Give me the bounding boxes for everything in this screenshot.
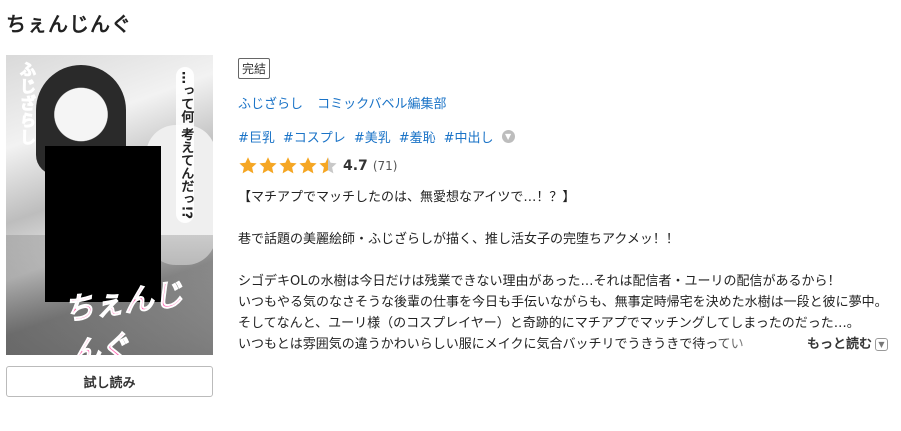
star-icon (238, 156, 258, 175)
tag-link[interactable]: #中出し (444, 127, 494, 146)
rating[interactable]: 4.7 (71) (238, 156, 888, 175)
tag-list: #巨乳 #コスプレ #美乳 #羞恥 #中出し ▼ (238, 127, 888, 146)
cover-image[interactable]: ふじざらし …って何 考えてんだっ!? ちぇんじんぐ (6, 55, 213, 355)
author-link[interactable]: ふじざらし (238, 97, 303, 112)
description-line: 【マチアプでマッチしたのは、無愛想なアイツで…！？】 (238, 190, 576, 205)
star-icon (318, 156, 338, 175)
page-title: ちぇんじんぐ (6, 12, 132, 36)
read-more-button[interactable]: もっと読む ▼ (807, 334, 888, 355)
read-more-label: もっと読む (806, 337, 872, 352)
description-line: シゴデキOLの水樹は今日だけは残業できない理由があった…それは配信者・ユーリの配… (238, 274, 841, 289)
star-icon (278, 156, 298, 175)
description-line: いつもやる気のなさそうな後輩の仕事を今日も手伝いながらも、無事定時帰宅を決めた水… (238, 295, 888, 310)
description-line: そしてなんと、ユーリ様（のコスプレイヤー）と奇跡的にマチアプでマッチングしてしま… (238, 316, 860, 331)
trial-read-button[interactable]: 試し読み (6, 366, 213, 397)
description-line: いつもとは雰囲気の違うかわいらしい服にメイクに気合バッチリでうきうきで待ってい (238, 337, 744, 352)
book-info: 完結 ふじざらし コミックバベル編集部 #巨乳 #コスプレ #美乳 #羞恥 #中… (238, 58, 888, 355)
tag-link[interactable]: #巨乳 (238, 127, 275, 146)
publisher-link[interactable]: コミックバベル編集部 (317, 97, 446, 112)
star-rating (238, 156, 338, 175)
rating-value: 4.7 (343, 157, 368, 174)
tag-link[interactable]: #羞恥 (399, 127, 436, 146)
rating-count: (71) (372, 158, 398, 173)
tag-link[interactable]: #コスプレ (283, 127, 346, 146)
chevron-down-icon: ▼ (875, 338, 888, 351)
cover-author-text: ふじざらし (17, 61, 37, 147)
author-list: ふじざらし コミックバベル編集部 (238, 93, 888, 112)
status-badge: 完結 (238, 58, 271, 79)
chevron-down-icon[interactable]: ▼ (501, 130, 515, 143)
cover-speech-bubble: …って何 考えてんだっ!? (176, 67, 195, 223)
tag-link[interactable]: #美乳 (354, 127, 391, 146)
description-line: 巷で話題の美麗絵師・ふじざらしが描く、推し活女子の完堕ちアクメッ！！ (238, 232, 679, 247)
star-icon (258, 156, 278, 175)
star-icon (298, 156, 318, 175)
description: 【マチアプでマッチしたのは、無愛想なアイツで…！？】 巷で話題の美麗絵師・ふじざ… (238, 187, 888, 355)
